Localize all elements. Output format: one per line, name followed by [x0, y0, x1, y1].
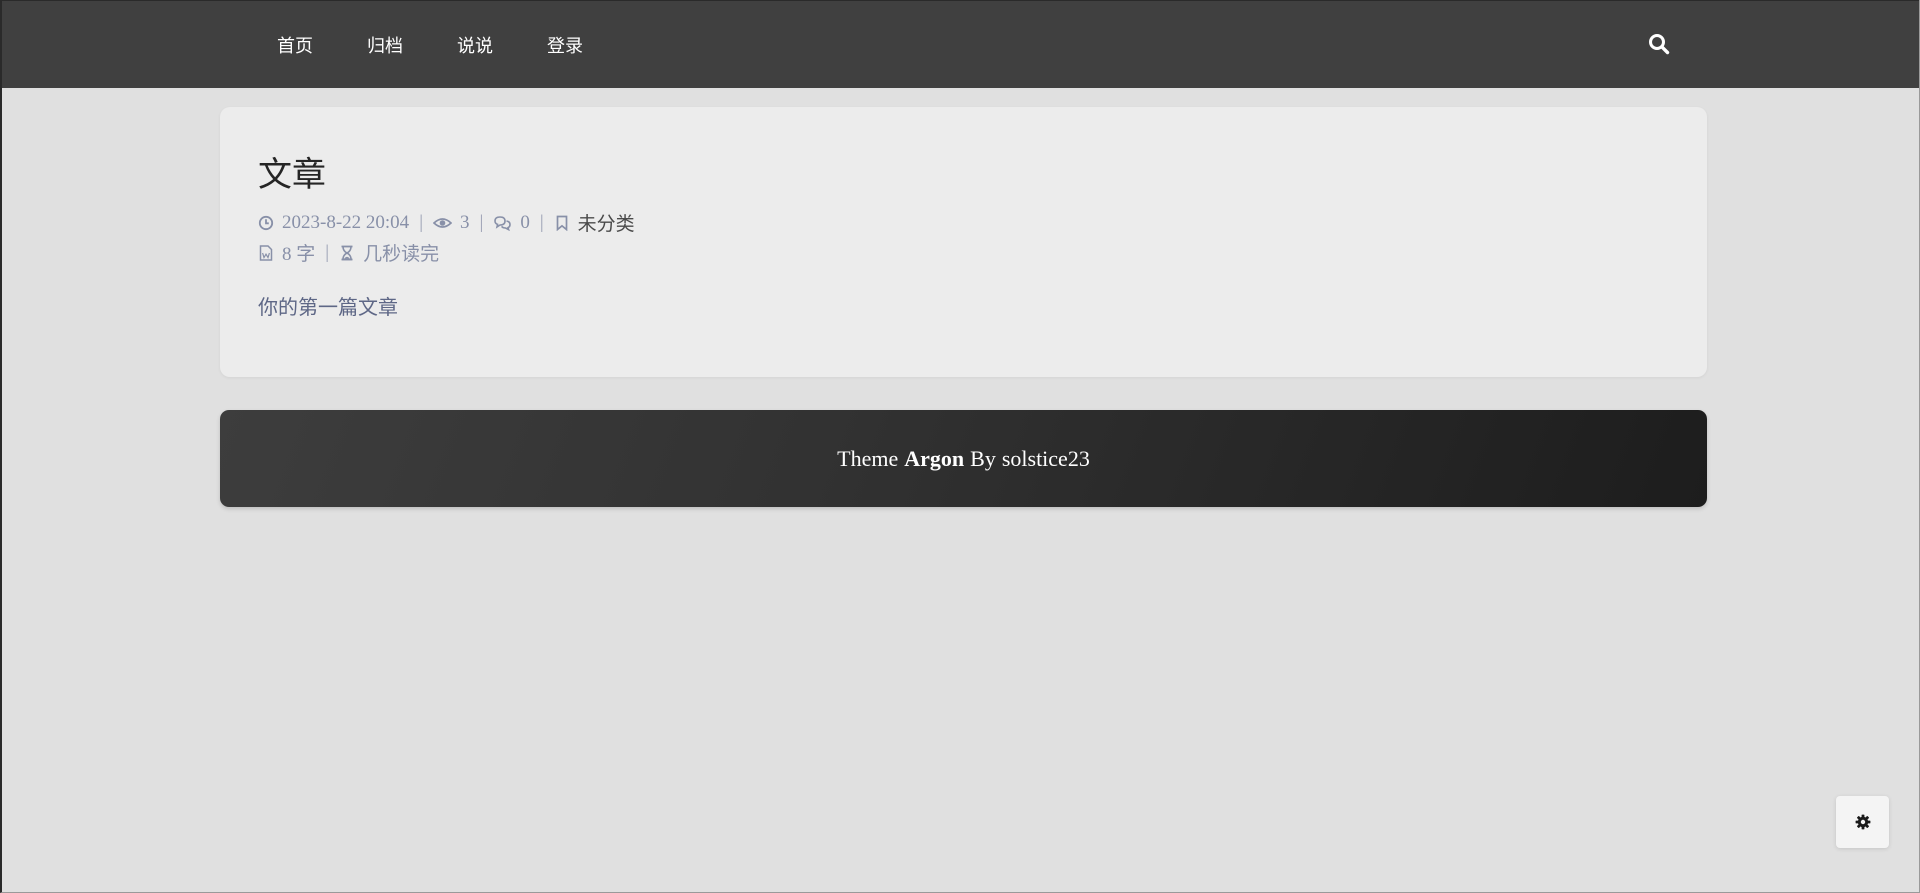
settings-button[interactable] — [1836, 796, 1889, 848]
footer-theme-prefix: Theme — [837, 445, 899, 471]
nav-item-archive[interactable]: 归档 — [367, 32, 403, 58]
footer-theme-link[interactable]: Argon — [904, 446, 964, 472]
post-word-count: 8 字 — [258, 239, 315, 266]
comments-icon — [493, 215, 512, 231]
post-card: 文章 2023-8-22 20:04 | 3 | 0 | 未分类 8 字 | 几… — [220, 107, 1707, 377]
word-file-icon — [258, 244, 274, 261]
gear-icon — [1855, 814, 1870, 830]
post-date-text: 2023-8-22 20:04 — [282, 211, 410, 233]
nav-item-home[interactable]: 首页 — [277, 32, 313, 58]
post-excerpt: 你的第一篇文章 — [258, 295, 398, 319]
post-read-time: 几秒读完 — [339, 239, 439, 266]
post-word-count-text: 8 字 — [282, 244, 316, 265]
meta-divider: | — [479, 211, 484, 233]
search-icon — [1649, 34, 1670, 55]
post-category: 未分类 — [554, 209, 635, 236]
footer-by: By — [970, 445, 996, 471]
nav-item-login[interactable]: 登录 — [547, 32, 583, 58]
post-title[interactable]: 文章 — [258, 147, 326, 196]
page: 首页 归档 说说 登录 文章 2023-8-22 20:04 | 3 | 0 |… — [0, 0, 1920, 893]
clock-icon — [258, 215, 274, 231]
footer-author-link[interactable]: solstice23 — [1002, 446, 1090, 472]
site-footer: Theme Argon By solstice23 — [220, 410, 1707, 507]
post-meta-row-1: 2023-8-22 20:04 | 3 | 0 | 未分类 — [258, 209, 635, 236]
nav-menu: 首页 归档 说说 登录 — [277, 1, 637, 89]
meta-divider: | — [539, 211, 544, 233]
meta-divider: | — [419, 211, 423, 233]
post-category-link[interactable]: 未分类 — [578, 209, 635, 236]
eye-icon — [433, 215, 452, 231]
bookmark-icon — [554, 215, 570, 231]
nav-item-shuoshuo[interactable]: 说说 — [457, 32, 493, 58]
post-meta-row-2: 8 字 | 几秒读完 — [258, 239, 439, 266]
search-button[interactable] — [1648, 33, 1672, 57]
post-comments: 0 — [493, 212, 530, 234]
post-read-time-text: 几秒读完 — [363, 244, 440, 265]
post-views: 3 — [433, 212, 470, 234]
hourglass-icon — [339, 245, 355, 261]
post-views-count: 3 — [460, 211, 470, 233]
top-navbar: 首页 归档 说说 登录 — [2, 0, 1919, 88]
post-comments-count: 0 — [520, 211, 530, 233]
post-date: 2023-8-22 20:04 — [258, 212, 409, 234]
meta-divider: | — [325, 241, 330, 263]
